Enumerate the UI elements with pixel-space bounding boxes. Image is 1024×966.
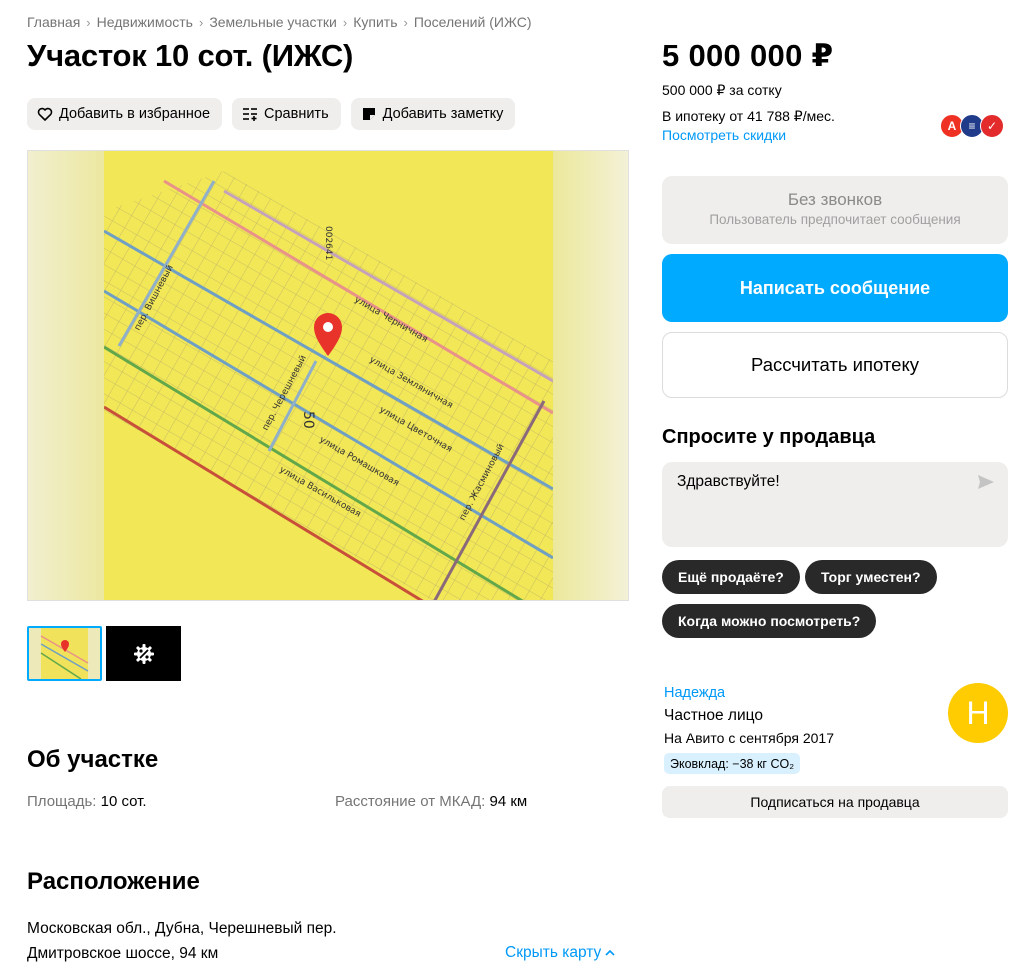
map-code: 002641 [323, 226, 333, 260]
note-icon [362, 108, 375, 120]
price-per-sotka: 500 000 ₽ за сотку [662, 82, 782, 98]
about-heading: Об участке [27, 746, 159, 773]
quick-question-chip[interactable]: Ещё продаёте? [662, 560, 800, 594]
add-favorite-label: Добавить в избранное [59, 106, 211, 122]
gear-icon [133, 643, 154, 664]
plot-map-image: улица Черничная улица Земляничная улица … [104, 151, 553, 600]
add-favorite-button[interactable]: Добавить в избранное [27, 98, 223, 130]
view-discounts-link[interactable]: Посмотреть скидки [662, 127, 786, 143]
quick-question-chip[interactable]: Когда можно посмотреть? [662, 604, 877, 638]
bank-icon: ✓ [980, 114, 1004, 138]
no-calls-info: Без звонков Пользователь предпочитает со… [662, 176, 1008, 244]
add-note-label: Добавить заметку [382, 106, 504, 122]
compare-icon [243, 108, 258, 121]
price: 5 000 000 ₽ [662, 38, 834, 73]
ask-message-input[interactable]: Здравствуйте! [662, 462, 1008, 547]
mortgage-from: В ипотеку от 41 788 ₽/мес. [662, 108, 835, 124]
compare-button[interactable]: Сравнить [232, 98, 341, 130]
breadcrumb-home[interactable]: Главная [27, 14, 80, 30]
area-value: 10 сот. [100, 793, 147, 810]
bank-logos[interactable]: А ≡ ✓ [940, 114, 1004, 138]
main-photo[interactable]: улица Черничная улица Земляничная улица … [27, 150, 629, 601]
add-note-button[interactable]: Добавить заметку [350, 98, 516, 130]
page-title: Участок 10 сот. (ИЖС) [27, 38, 354, 73]
distance-label: Расстояние от МКАД: [335, 793, 486, 810]
seller-name-link[interactable]: Надежда [664, 685, 725, 701]
area-property: Площадь: 10 сот. [27, 793, 147, 810]
area-label: Площадь: [27, 793, 97, 810]
breadcrumb-buy[interactable]: Купить [353, 14, 397, 30]
breadcrumb: Главная › Недвижимость › Земельные участки… [27, 14, 531, 30]
distance-value: 94 км [489, 793, 528, 810]
calc-mortgage-button[interactable]: Рассчитать ипотеку [662, 332, 1008, 398]
seller-type: Частное лицо [664, 707, 763, 724]
photo-blur-right [552, 151, 628, 600]
map-plot-number: 50 [300, 411, 316, 429]
write-message-button[interactable]: Написать сообщение [662, 254, 1008, 322]
thumbnail-map-image [29, 628, 100, 679]
highway-line: Дмитровское шоссе, 94 км [27, 945, 219, 962]
photo-blur-left [28, 151, 104, 600]
seller-since: На Авито с сентября 2017 [664, 730, 834, 746]
address-line: Московская обл., Дубна, Черешневый пер. [27, 920, 337, 937]
thumbnail-map[interactable] [27, 626, 102, 681]
chevron-right-icon: › [86, 14, 91, 30]
hide-map-label: Скрыть карту [505, 944, 602, 961]
breadcrumb-land[interactable]: Земельные участки [209, 14, 337, 30]
hide-map-link[interactable]: Скрыть карту [505, 944, 615, 962]
chevron-right-icon: › [198, 14, 204, 30]
breadcrumb-realty[interactable]: Недвижимость [97, 14, 193, 30]
chevron-right-icon: › [342, 14, 348, 30]
no-calls-title: Без звонков [787, 190, 883, 209]
quick-question-chip[interactable]: Торг уместен? [805, 560, 937, 594]
ask-seller-heading: Спросите у продавца [662, 426, 876, 448]
eco-badge: Эковклад: −38 кг CO₂ [664, 753, 801, 774]
chevron-up-icon [605, 949, 615, 956]
listing-actions: Добавить в избранное Сравнить Добавить з… [27, 98, 516, 130]
compare-label: Сравнить [264, 106, 329, 122]
thumbnail-360[interactable] [106, 626, 181, 681]
heart-icon [37, 107, 53, 121]
distance-property: Расстояние от МКАД: 94 км [335, 793, 527, 810]
no-calls-subtitle: Пользователь предпочитает сообщения [709, 212, 961, 227]
location-heading: Расположение [27, 868, 200, 895]
avatar[interactable]: Н [948, 683, 1008, 743]
breadcrumb-category[interactable]: Поселений (ИЖС) [414, 14, 532, 30]
location-address: Московская обл., Дубна, Черешневый пер. … [27, 916, 337, 966]
send-icon[interactable] [977, 474, 995, 490]
chevron-right-icon: › [403, 14, 408, 30]
ask-message-text: Здравствуйте! [677, 473, 780, 490]
subscribe-seller-button[interactable]: Подписаться на продавца [662, 786, 1008, 818]
plot-map-drawing: улица Черничная улица Земляничная улица … [104, 151, 553, 600]
